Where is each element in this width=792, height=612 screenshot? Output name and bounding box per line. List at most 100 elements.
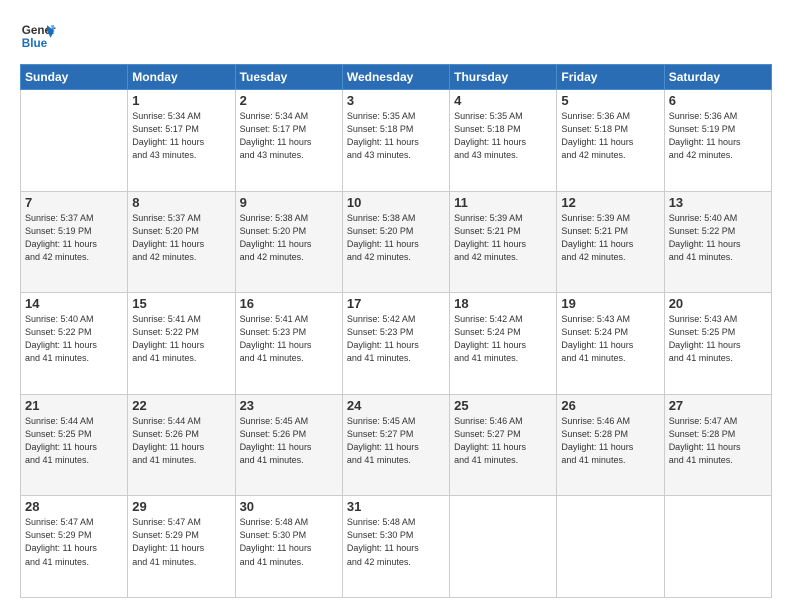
day-number: 8 [132,195,230,210]
week-row-4: 21 Sunrise: 5:44 AM Sunset: 5:25 PM Dayli… [21,394,772,496]
day-info: Sunrise: 5:37 AM Sunset: 5:20 PM Dayligh… [132,212,230,264]
cal-cell: 8 Sunrise: 5:37 AM Sunset: 5:20 PM Daylig… [128,191,235,293]
cal-cell: 14 Sunrise: 5:40 AM Sunset: 5:22 PM Dayli… [21,293,128,395]
week-row-5: 28 Sunrise: 5:47 AM Sunset: 5:29 PM Dayli… [21,496,772,598]
day-info: Sunrise: 5:45 AM Sunset: 5:27 PM Dayligh… [347,415,445,467]
day-info: Sunrise: 5:37 AM Sunset: 5:19 PM Dayligh… [25,212,123,264]
day-number: 31 [347,499,445,514]
day-info: Sunrise: 5:36 AM Sunset: 5:19 PM Dayligh… [669,110,767,162]
day-number: 29 [132,499,230,514]
day-number: 19 [561,296,659,311]
day-info: Sunrise: 5:41 AM Sunset: 5:22 PM Dayligh… [132,313,230,365]
day-number: 4 [454,93,552,108]
cal-cell: 17 Sunrise: 5:42 AM Sunset: 5:23 PM Dayli… [342,293,449,395]
week-row-2: 7Sunrise: 5:37 AM Sunset: 5:19 PM Daylig… [21,191,772,293]
weekday-header-wednesday: Wednesday [342,65,449,90]
cal-cell: 1 Sunrise: 5:34 AM Sunset: 5:17 PM Daylig… [128,90,235,192]
day-info: Sunrise: 5:39 AM Sunset: 5:21 PM Dayligh… [561,212,659,264]
day-info: Sunrise: 5:48 AM Sunset: 5:30 PM Dayligh… [347,516,445,568]
week-row-3: 14 Sunrise: 5:40 AM Sunset: 5:22 PM Dayli… [21,293,772,395]
cal-cell: 15 Sunrise: 5:41 AM Sunset: 5:22 PM Dayli… [128,293,235,395]
cal-cell: 3Sunrise: 5:35 AM Sunset: 5:18 PM Daylig… [342,90,449,192]
weekday-header-sunday: Sunday [21,65,128,90]
day-info: Sunrise: 5:47 AM Sunset: 5:29 PM Dayligh… [25,516,123,568]
cal-cell: 22 Sunrise: 5:44 AM Sunset: 5:26 PM Dayli… [128,394,235,496]
cal-cell [450,496,557,598]
day-info: Sunrise: 5:43 AM Sunset: 5:25 PM Dayligh… [669,313,767,365]
day-info: Sunrise: 5:42 AM Sunset: 5:24 PM Dayligh… [454,313,552,365]
day-info: Sunrise: 5:48 AM Sunset: 5:30 PM Dayligh… [240,516,338,568]
weekday-header-thursday: Thursday [450,65,557,90]
calendar-table: SundayMondayTuesdayWednesdayThursdayFrid… [20,64,772,598]
weekday-header-monday: Monday [128,65,235,90]
day-info: Sunrise: 5:40 AM Sunset: 5:22 PM Dayligh… [669,212,767,264]
day-number: 11 [454,195,552,210]
cal-cell: 20 Sunrise: 5:43 AM Sunset: 5:25 PM Dayli… [664,293,771,395]
cal-cell [21,90,128,192]
header: General Blue [20,18,772,54]
day-number: 30 [240,499,338,514]
weekday-header-tuesday: Tuesday [235,65,342,90]
cal-cell: 9Sunrise: 5:38 AM Sunset: 5:20 PM Daylig… [235,191,342,293]
cal-cell: 10Sunrise: 5:38 AM Sunset: 5:20 PM Dayli… [342,191,449,293]
cal-cell: 16Sunrise: 5:41 AM Sunset: 5:23 PM Dayli… [235,293,342,395]
cal-cell: 21 Sunrise: 5:44 AM Sunset: 5:25 PM Dayli… [21,394,128,496]
day-number: 20 [669,296,767,311]
day-info: Sunrise: 5:44 AM Sunset: 5:26 PM Dayligh… [132,415,230,467]
cal-cell [664,496,771,598]
cal-cell: 31 Sunrise: 5:48 AM Sunset: 5:30 PM Dayli… [342,496,449,598]
day-number: 25 [454,398,552,413]
day-info: Sunrise: 5:41 AM Sunset: 5:23 PM Dayligh… [240,313,338,365]
cal-cell: 12 Sunrise: 5:39 AM Sunset: 5:21 PM Dayli… [557,191,664,293]
day-number: 15 [132,296,230,311]
day-info: Sunrise: 5:43 AM Sunset: 5:24 PM Dayligh… [561,313,659,365]
cal-cell: 29 Sunrise: 5:47 AM Sunset: 5:29 PM Dayli… [128,496,235,598]
weekday-header-saturday: Saturday [664,65,771,90]
cal-cell: 4 Sunrise: 5:35 AM Sunset: 5:18 PM Daylig… [450,90,557,192]
day-number: 28 [25,499,123,514]
logo: General Blue [20,18,56,54]
cal-cell: 13 Sunrise: 5:40 AM Sunset: 5:22 PM Dayli… [664,191,771,293]
day-info: Sunrise: 5:35 AM Sunset: 5:18 PM Dayligh… [454,110,552,162]
cal-cell: 6Sunrise: 5:36 AM Sunset: 5:19 PM Daylig… [664,90,771,192]
cal-cell: 24Sunrise: 5:45 AM Sunset: 5:27 PM Dayli… [342,394,449,496]
day-info: Sunrise: 5:34 AM Sunset: 5:17 PM Dayligh… [132,110,230,162]
day-number: 13 [669,195,767,210]
day-number: 23 [240,398,338,413]
day-number: 21 [25,398,123,413]
cal-cell: 11 Sunrise: 5:39 AM Sunset: 5:21 PM Dayli… [450,191,557,293]
day-info: Sunrise: 5:42 AM Sunset: 5:23 PM Dayligh… [347,313,445,365]
day-number: 17 [347,296,445,311]
cal-cell [557,496,664,598]
day-number: 1 [132,93,230,108]
day-number: 5 [561,93,659,108]
day-number: 27 [669,398,767,413]
logo-icon: General Blue [20,18,56,54]
day-info: Sunrise: 5:34 AM Sunset: 5:17 PM Dayligh… [240,110,338,162]
cal-cell: 2Sunrise: 5:34 AM Sunset: 5:17 PM Daylig… [235,90,342,192]
day-info: Sunrise: 5:45 AM Sunset: 5:26 PM Dayligh… [240,415,338,467]
cal-cell: 30 Sunrise: 5:48 AM Sunset: 5:30 PM Dayli… [235,496,342,598]
cal-cell: 19 Sunrise: 5:43 AM Sunset: 5:24 PM Dayli… [557,293,664,395]
cal-cell: 18 Sunrise: 5:42 AM Sunset: 5:24 PM Dayli… [450,293,557,395]
day-number: 18 [454,296,552,311]
weekday-header-friday: Friday [557,65,664,90]
day-info: Sunrise: 5:46 AM Sunset: 5:27 PM Dayligh… [454,415,552,467]
day-number: 14 [25,296,123,311]
cal-cell: 27 Sunrise: 5:47 AM Sunset: 5:28 PM Dayli… [664,394,771,496]
day-number: 10 [347,195,445,210]
cal-cell: 5Sunrise: 5:36 AM Sunset: 5:18 PM Daylig… [557,90,664,192]
cal-cell: 7Sunrise: 5:37 AM Sunset: 5:19 PM Daylig… [21,191,128,293]
cal-cell: 23 Sunrise: 5:45 AM Sunset: 5:26 PM Dayli… [235,394,342,496]
day-info: Sunrise: 5:40 AM Sunset: 5:22 PM Dayligh… [25,313,123,365]
day-number: 12 [561,195,659,210]
day-info: Sunrise: 5:47 AM Sunset: 5:28 PM Dayligh… [669,415,767,467]
day-info: Sunrise: 5:39 AM Sunset: 5:21 PM Dayligh… [454,212,552,264]
day-info: Sunrise: 5:44 AM Sunset: 5:25 PM Dayligh… [25,415,123,467]
day-number: 9 [240,195,338,210]
day-number: 22 [132,398,230,413]
day-info: Sunrise: 5:46 AM Sunset: 5:28 PM Dayligh… [561,415,659,467]
day-info: Sunrise: 5:47 AM Sunset: 5:29 PM Dayligh… [132,516,230,568]
day-number: 3 [347,93,445,108]
day-number: 26 [561,398,659,413]
